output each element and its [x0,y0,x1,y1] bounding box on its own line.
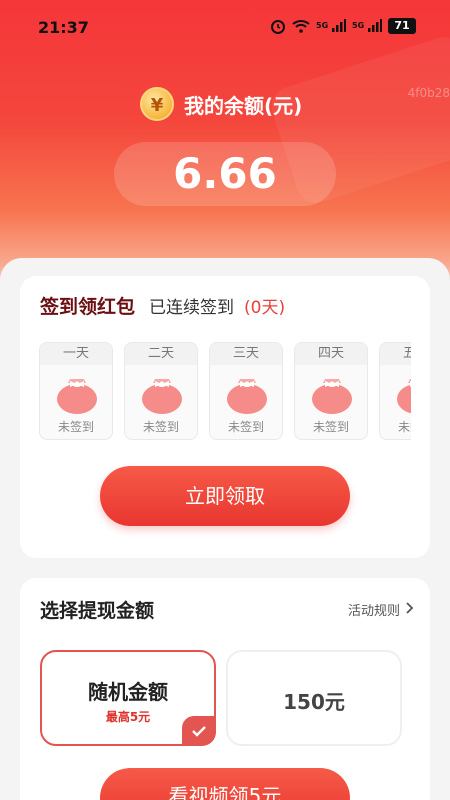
balance-amount: 6.66 [114,142,336,206]
watermark-text: 4f0b28 [407,86,450,100]
balance-title: ¥ 我的余额(元) [140,87,302,121]
signin-title: 签到领红包 [40,296,136,318]
signin-subtitle: 已连续签到 [149,298,235,318]
amount-option-random[interactable]: 随机金额 最高5元 [40,650,216,746]
amount-option-label: 150元 [283,690,345,714]
signin-card: 签到领红包 已连续签到 (0天) 一天 未签到 二天 未签到 三天 未签到 四天… [20,276,430,558]
day-status: 未签到 [397,420,411,434]
alarm-icon [270,18,286,34]
watch-video-button[interactable]: 看视频领5元 [100,768,350,800]
withdraw-title: 选择提现金额 [40,600,155,622]
day-status: 未签到 [142,420,179,434]
status-icons: 5G 5G 71 [270,18,416,34]
activity-rules-label: 活动规则 [347,604,400,619]
signin-days-row[interactable]: 一天 未签到 二天 未签到 三天 未签到 四天 未签到 五天 未签到 [39,342,411,440]
chevron-right-icon [406,601,414,618]
red-envelope-bag-icon [312,379,352,414]
day-status: 未签到 [312,420,349,434]
day-status: 未签到 [227,420,264,434]
signin-day-1[interactable]: 一天 未签到 [39,342,113,440]
signin-day-3[interactable]: 三天 未签到 [209,342,283,440]
day-label: 四天 [295,343,367,365]
wifi-icon [292,18,310,34]
signin-day-5[interactable]: 五天 未签到 [379,342,411,440]
signal-5g-icon: 5G [316,18,347,34]
battery-icon: 71 [388,18,416,34]
status-time: 21:37 [38,18,89,37]
day-label: 二天 [125,343,197,365]
day-status: 未签到 [57,420,94,434]
red-envelope-bag-icon [57,379,97,414]
balance-title-label: 我的余额(元) [184,93,303,118]
red-envelope-bag-icon [397,379,411,414]
red-envelope-bag-icon [142,379,182,414]
activity-rules-link[interactable]: 活动规则 [348,600,414,619]
header-banner: 21:37 5G 5G 71 4f0b28 ¥ 我的余额(元) 6.66 [0,0,450,300]
signin-header: 签到领红包 已连续签到 (0天) [40,292,285,319]
coin-icon: ¥ [140,87,174,121]
signin-day-4[interactable]: 四天 未签到 [294,342,368,440]
day-label: 三天 [210,343,282,365]
signal-5g-icon: 5G [352,18,382,34]
check-icon [182,716,216,746]
signal-5g-label: 5G [352,21,365,30]
withdraw-card: 选择提现金额 活动规则 随机金额 最高5元 150元 看视频领5元 [20,578,430,800]
signin-day-2[interactable]: 二天 未签到 [124,342,198,440]
signal-5g-label: 5G [316,21,329,30]
day-label: 五天 [380,343,411,365]
status-bar: 21:37 5G 5G 71 [0,0,450,56]
amount-option-label: 随机金额 [88,680,168,704]
claim-now-button[interactable]: 立即领取 [100,466,350,526]
red-envelope-bag-icon [227,379,267,414]
amount-option-150[interactable]: 150元 [226,650,402,746]
day-label: 一天 [40,343,112,365]
signin-count: (0天) [244,298,286,318]
